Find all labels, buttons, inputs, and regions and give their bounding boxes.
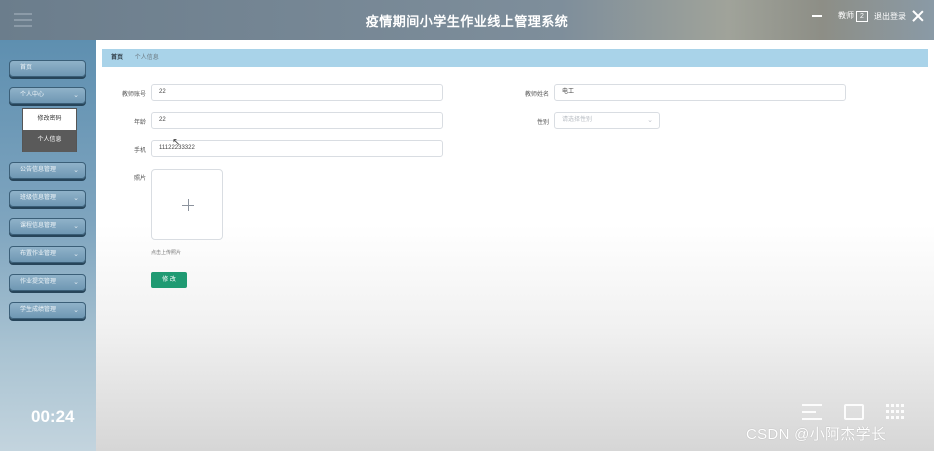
role-count-badge: 2 [856,11,868,22]
sidebar-item-label: 学生成绩管理 [20,307,57,313]
sidebar-item-personal-center[interactable]: 个人中心 ⌄ [9,87,86,104]
submenu-item-personal-info[interactable]: 个人信息 [23,130,76,152]
upload-hint: 点击上传照片 [151,250,182,256]
player-controls [802,404,906,420]
plus-icon [182,199,194,211]
app-title: 疫情期间小学生作业线上管理系统 [365,14,569,29]
phone-label: 手机 [133,148,146,154]
chevron-down-icon: ⌄ [73,251,79,258]
account-label: 教师账号 [121,92,146,98]
sidebar-item-label: 个人中心 [20,92,45,98]
sidebar-item-assign-homework[interactable]: 布置作业管理 ⌄ [9,246,86,263]
photo-upload[interactable] [151,169,223,240]
sidebar-item-homework-submit[interactable]: 作业提交管理 ⌄ [9,274,86,291]
sidebar-item-notice[interactable]: 公告信息管理 ⌄ [9,162,86,179]
video-timer: 00:24 [31,407,75,426]
phone-field[interactable]: 11122233322 [151,140,443,157]
grid-icon[interactable] [886,404,906,420]
gender-select[interactable]: 请选择性别 ⌄ [554,112,660,129]
sidebar-item-label: 首页 [20,65,33,71]
watermark: CSDN @小阿杰学长 [746,426,887,443]
chevron-down-icon: ⌄ [73,223,79,230]
age-label: 年龄 [133,120,146,126]
sidebar-item-class[interactable]: 班级信息管理 ⌄ [9,190,86,207]
age-field[interactable]: 22 [151,112,443,129]
playlist-icon[interactable] [802,404,822,420]
main-content: 首页 个人信息 教师账号 22 教师姓名 电工 年龄 22 性别 请选择性别 ⌄… [96,40,934,451]
name-label: 教师姓名 [524,92,549,98]
sidebar-item-label: 公告信息管理 [20,167,57,173]
chevron-down-icon: ⌄ [73,92,79,99]
photo-label: 照片 [133,176,146,182]
sidebar-item-home[interactable]: 首页 [9,60,86,77]
sidebar: 首页 个人中心 ⌄ 公告信息管理 ⌄ 班级信息管理 ⌄ 课程信息管理 ⌄ 布置作… [0,40,96,451]
sidebar-item-label: 布置作业管理 [20,251,57,257]
name-field[interactable]: 电工 [554,84,846,101]
personal-center-submenu: 修改密码 个人信息 [22,108,77,152]
header-actions: 教师 2 退出登录 [812,10,924,22]
screen-icon[interactable] [844,404,864,420]
gender-placeholder: 请选择性别 [562,117,593,123]
sidebar-item-grades[interactable]: 学生成绩管理 ⌄ [9,302,86,319]
chevron-down-icon: ⌄ [73,195,79,202]
gender-label: 性别 [536,120,549,126]
chevron-down-icon: ⌄ [73,167,79,174]
top-header: 疫情期间小学生作业线上管理系统 教师 2 退出登录 [0,0,934,40]
submit-button[interactable]: 修 改 [151,272,187,288]
user-role: 教师 2 [838,10,868,22]
sidebar-item-label: 班级信息管理 [20,195,57,201]
submenu-item-change-password[interactable]: 修改密码 [23,109,76,130]
chevron-down-icon: ⌄ [647,117,653,124]
account-field[interactable]: 22 [151,84,443,101]
sidebar-item-course[interactable]: 课程信息管理 ⌄ [9,218,86,235]
breadcrumb-current: 个人信息 [134,55,159,61]
sidebar-item-label: 课程信息管理 [20,223,57,229]
sidebar-item-label: 作业提交管理 [20,279,57,285]
chevron-down-icon: ⌄ [73,279,79,286]
chevron-down-icon: ⌄ [73,307,79,314]
close-icon[interactable] [912,10,924,22]
minimize-icon[interactable] [812,15,822,17]
cursor-icon: ↖ [172,137,181,148]
breadcrumb: 首页 个人信息 [102,49,928,67]
breadcrumb-home[interactable]: 首页 [111,55,123,61]
logout-link[interactable]: 退出登录 [874,11,906,22]
